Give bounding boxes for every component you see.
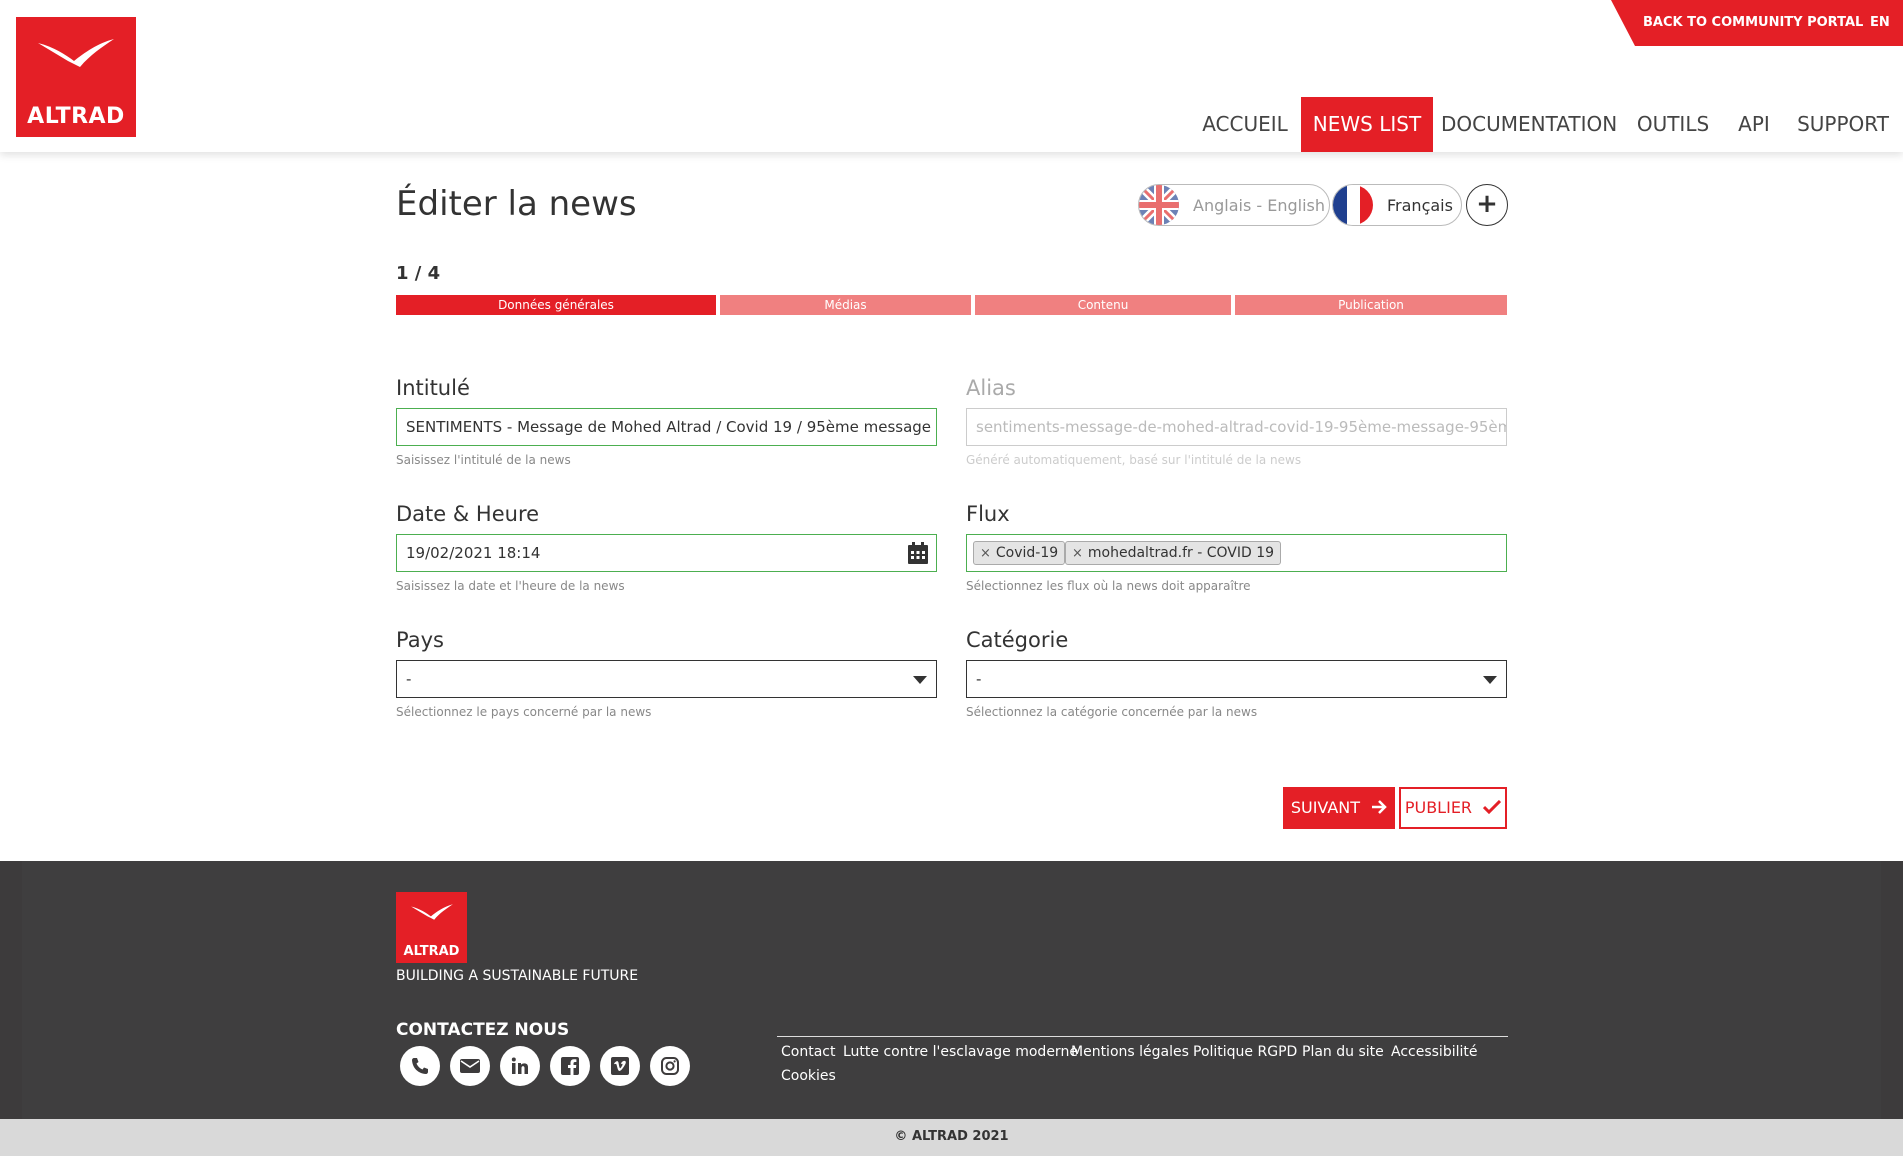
title-label: Intitulé: [396, 376, 470, 400]
tag-label: mohedaltrad.fr - COVID 19: [1087, 545, 1275, 561]
title-hint: Saisissez l'intitulé de la news: [396, 453, 571, 467]
add-language-button[interactable]: +: [1466, 184, 1508, 226]
bird-icon: [411, 904, 453, 920]
flux-multiselect[interactable]: × Covid-19 × mohedaltrad.fr - COVID 19: [966, 534, 1507, 572]
publish-button[interactable]: PUBLIER: [1399, 787, 1507, 829]
country-label: Pays: [396, 628, 444, 652]
nav-documentation[interactable]: DOCUMENTATION: [1441, 97, 1617, 152]
phone-icon[interactable]: [400, 1046, 440, 1086]
language-pill-english[interactable]: Anglais - English: [1138, 184, 1330, 226]
category-hint: Sélectionnez la catégorie concernée par …: [966, 705, 1258, 719]
country-value: -: [406, 670, 412, 688]
check-icon: [1483, 799, 1502, 815]
step-media[interactable]: Médias: [720, 295, 971, 315]
publish-button-label: PUBLIER: [1404, 798, 1473, 817]
step-counter: 1 / 4: [396, 263, 441, 284]
instagram-icon[interactable]: [650, 1046, 690, 1086]
logo-text: ALTRAD: [403, 944, 460, 959]
logo-text: ALTRAD: [27, 104, 125, 129]
alias-label: Alias: [966, 376, 1016, 400]
step-general-data[interactable]: Données générales: [396, 295, 716, 315]
step-publication[interactable]: Publication: [1235, 295, 1507, 315]
country-hint: Sélectionnez le pays concerné par la new…: [396, 705, 652, 719]
language-switch[interactable]: EN: [1870, 15, 1890, 30]
remove-tag-icon[interactable]: ×: [1072, 546, 1083, 561]
footer-link-contact[interactable]: Contact: [781, 1044, 835, 1060]
footer-inner: [22, 861, 1881, 1119]
envelope-icon[interactable]: [450, 1046, 490, 1086]
footer-link-modern-slavery[interactable]: Lutte contre l'esclavage moderne: [843, 1044, 1078, 1060]
arrow-right-icon: [1372, 800, 1387, 814]
country-select[interactable]: -: [396, 660, 937, 698]
caret-down-icon: [1483, 676, 1497, 684]
bird-icon: [38, 39, 114, 67]
fr-flag-icon: [1333, 185, 1373, 225]
footer-link-sitemap[interactable]: Plan du site: [1302, 1044, 1384, 1060]
footer-tagline: BUILDING A SUSTAINABLE FUTURE: [396, 968, 639, 984]
facebook-icon[interactable]: [550, 1046, 590, 1086]
datetime-value: 19/02/2021 18:14: [406, 544, 541, 562]
category-select[interactable]: -: [966, 660, 1507, 698]
page-title: Éditer la news: [396, 184, 637, 224]
remove-tag-icon[interactable]: ×: [980, 546, 991, 561]
next-button-label: SUIVANT: [1290, 798, 1361, 817]
altrad-logo[interactable]: ALTRAD: [16, 17, 136, 137]
nav-outils[interactable]: OUTILS: [1626, 97, 1720, 152]
tag-label: Covid-19: [995, 545, 1059, 561]
category-value: -: [976, 670, 982, 688]
contact-title: CONTACTEZ NOUS: [396, 1020, 570, 1040]
language-label: Anglais - English: [1193, 195, 1325, 215]
nav-news-list[interactable]: NEWS LIST: [1301, 97, 1433, 152]
next-button[interactable]: SUIVANT: [1283, 787, 1395, 829]
title-input[interactable]: SENTIMENTS - Message de Mohed Altrad / C…: [396, 408, 937, 446]
calendar-icon[interactable]: [907, 541, 929, 565]
flux-tag: × Covid-19: [973, 541, 1066, 565]
flux-tag: × mohedaltrad.fr - COVID 19: [1065, 541, 1282, 565]
copyright: © ALTRAD 2021: [894, 1129, 1009, 1144]
uk-flag-icon: [1139, 185, 1179, 225]
alias-hint: Généré automatiquement, basé sur l'intit…: [966, 453, 1302, 467]
footer-link-accessibility[interactable]: Accessibilité: [1391, 1044, 1477, 1060]
language-label: Français: [1387, 195, 1453, 215]
back-to-community-portal-link[interactable]: BACK TO COMMUNITY PORTAL: [1643, 15, 1863, 30]
datetime-label: Date & Heure: [396, 502, 540, 526]
language-pill-french[interactable]: Français: [1332, 184, 1462, 226]
category-label: Catégorie: [966, 628, 1069, 652]
nav-accueil[interactable]: ACCUEIL: [1195, 97, 1295, 152]
nav-support[interactable]: SUPPORT: [1790, 97, 1896, 152]
footer-divider: [777, 1036, 1508, 1037]
alias-input: sentiments-message-de-mohed-altrad-covid…: [966, 408, 1507, 446]
site-header: ALTRAD BACK TO COMMUNITY PORTAL EN ACCUE…: [0, 0, 1903, 152]
site-footer: [0, 861, 1903, 1119]
footer-link-gdpr[interactable]: Politique RGPD: [1193, 1044, 1297, 1060]
linkedin-icon[interactable]: [500, 1046, 540, 1086]
flux-hint: Sélectionnez les flux où la news doit ap…: [966, 579, 1251, 593]
vimeo-icon[interactable]: [600, 1046, 640, 1086]
caret-down-icon: [913, 676, 927, 684]
datetime-input[interactable]: 19/02/2021 18:14: [396, 534, 937, 572]
step-content[interactable]: Contenu: [975, 295, 1231, 315]
nav-api[interactable]: API: [1728, 97, 1780, 152]
footer-altrad-logo[interactable]: ALTRAD: [396, 892, 467, 963]
footer-link-legal-notice[interactable]: Mentions légales: [1071, 1044, 1189, 1060]
datetime-hint: Saisissez la date et l'heure de la news: [396, 579, 625, 593]
footer-link-cookies[interactable]: Cookies: [781, 1068, 836, 1084]
flux-label: Flux: [966, 502, 1010, 526]
